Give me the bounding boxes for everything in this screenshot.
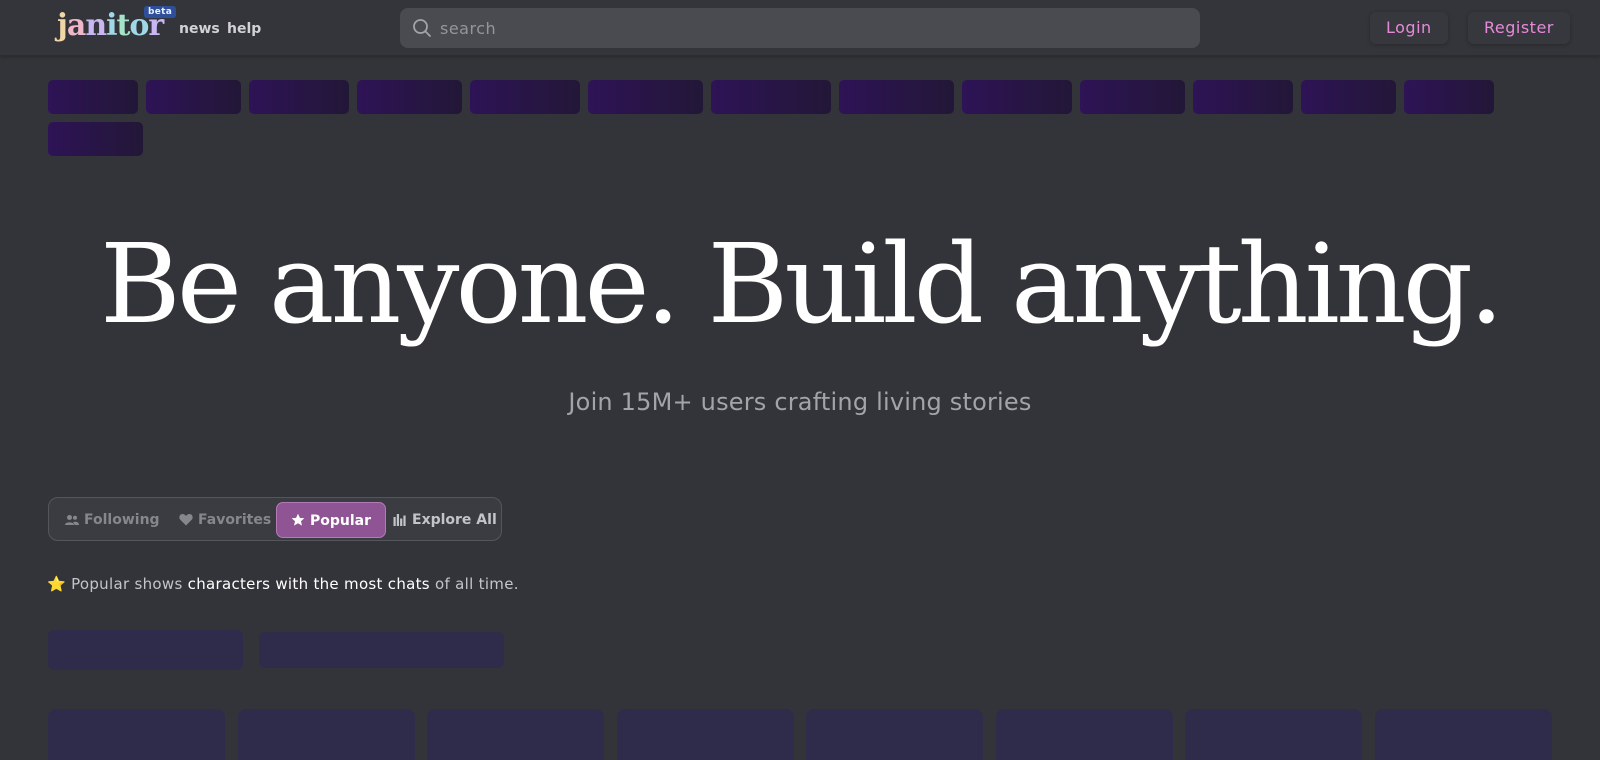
character-card-skeleton — [1375, 709, 1552, 760]
star-icon — [291, 513, 305, 526]
search-icon — [413, 19, 431, 37]
search-bar[interactable] — [400, 8, 1200, 48]
bar-chart-icon — [393, 514, 406, 526]
hero-title: Be anyone. Build anything. — [99, 220, 1504, 348]
register-button[interactable]: Register — [1468, 12, 1570, 44]
tab-favorites-label: Favorites — [198, 512, 272, 528]
tab-explore-all-label: Explore All — [412, 512, 497, 528]
character-card-skeleton — [806, 709, 983, 760]
tab-following-label: Following — [84, 512, 160, 528]
top-header: janitor beta news help Login Register — [0, 0, 1600, 56]
tab-favorites[interactable]: Favorites — [179, 502, 271, 538]
tag-skeleton — [711, 80, 831, 114]
star-emoji-icon: ⭐ — [47, 575, 66, 593]
character-card-skeleton — [996, 709, 1173, 760]
nav-news-link[interactable]: news — [179, 21, 220, 37]
filter-skeleton — [259, 632, 504, 668]
hero-subtitle: Join 15M+ users crafting living stories — [568, 388, 1032, 416]
tag-skeleton — [1404, 80, 1494, 114]
search-input[interactable] — [440, 8, 1180, 48]
tag-skeleton — [146, 80, 241, 114]
tag-skeleton — [839, 80, 954, 114]
tag-skeleton — [1193, 80, 1293, 114]
popular-note-prefix: Popular shows — [71, 575, 183, 593]
tab-following[interactable]: Following — [65, 502, 160, 538]
tab-explore-all[interactable]: Explore All — [393, 502, 497, 538]
character-card-skeleton — [48, 709, 225, 760]
tag-skeleton — [357, 80, 462, 114]
tag-skeleton — [962, 80, 1072, 114]
tag-skeleton — [588, 80, 703, 114]
character-card-skeleton — [1185, 709, 1362, 760]
users-icon — [65, 515, 79, 525]
character-card-skeleton — [238, 709, 415, 760]
filter-skeleton — [48, 630, 243, 670]
tab-popular-label: Popular — [310, 513, 372, 529]
character-card-skeleton — [617, 709, 794, 760]
login-button[interactable]: Login — [1370, 12, 1448, 44]
heart-icon — [179, 514, 193, 526]
feed-tabs: Following Favorites Popular Explore All — [48, 497, 502, 541]
popular-note-suffix: of all time. — [435, 575, 519, 593]
tag-skeleton — [1080, 80, 1185, 114]
character-card-skeleton — [427, 709, 604, 760]
popular-note-emphasis: characters with the most chats — [187, 575, 430, 593]
tab-popular[interactable]: Popular — [276, 502, 387, 538]
nav-help-link[interactable]: help — [227, 21, 261, 37]
popular-description: ⭐ Popular shows characters with the most… — [47, 575, 519, 593]
tag-skeleton — [1301, 80, 1396, 114]
beta-badge: beta — [144, 6, 177, 18]
tag-skeleton — [48, 80, 138, 114]
tag-skeleton — [48, 122, 143, 156]
tag-skeleton — [470, 80, 580, 114]
tag-skeleton — [249, 80, 349, 114]
